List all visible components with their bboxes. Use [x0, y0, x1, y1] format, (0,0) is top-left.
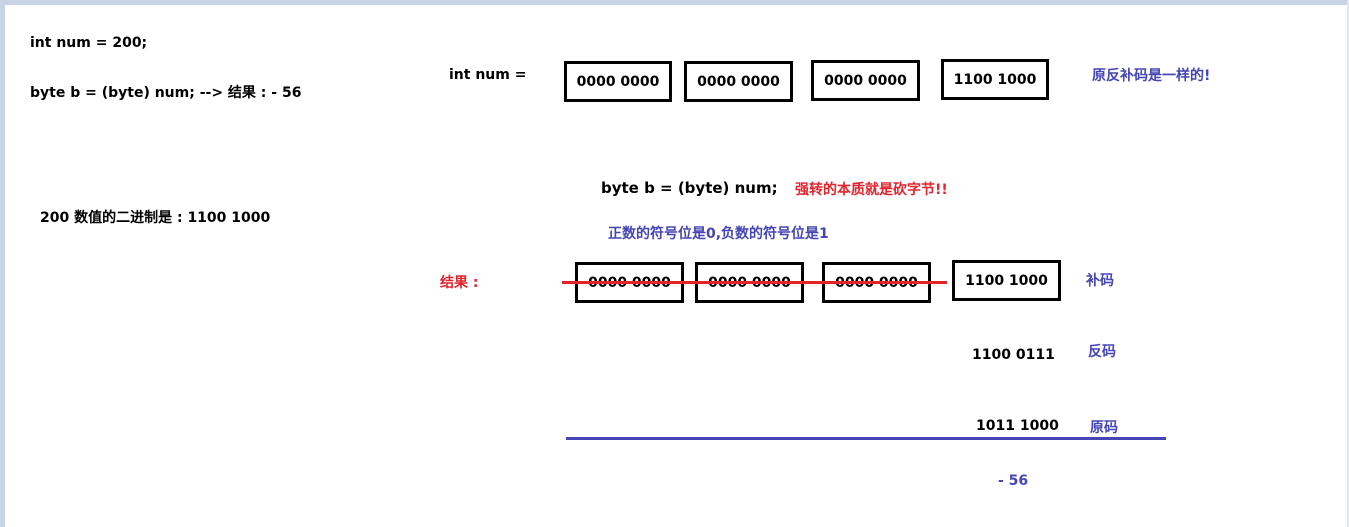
original-code-label: 原码	[1090, 420, 1118, 436]
int-byte-value-2: 0000 0000	[697, 73, 780, 90]
kept-byte-box: 1100 1000	[952, 260, 1061, 301]
byte-cast-line: byte b = (byte) num;	[601, 179, 778, 197]
window-top-border	[0, 0, 1349, 5]
int-byte-box-4: 1100 1000	[941, 59, 1049, 100]
ones-complement-value: 1100 0111	[972, 347, 1055, 363]
sign-bit-note: 正数的符号位是0,负数的符号位是1	[608, 226, 829, 242]
int-byte-box-1: 0000 0000	[564, 61, 672, 102]
result-label: 结果 :	[440, 275, 479, 291]
original-code-value: 1011 1000	[976, 418, 1059, 434]
truncation-strike-line	[562, 281, 947, 284]
int-declaration-text: int num = 200;	[30, 35, 148, 51]
int-row-label: int num =	[449, 67, 527, 83]
result-underline	[566, 437, 1166, 440]
int-byte-box-2: 0000 0000	[684, 61, 793, 102]
int-byte-box-3: 0000 0000	[811, 60, 920, 101]
same-codes-note: 原反补码是一样的!	[1092, 68, 1211, 84]
int-byte-value-4: 1100 1000	[953, 71, 1037, 88]
kept-byte-value: 1100 1000	[965, 272, 1048, 289]
complement-label: 补码	[1086, 273, 1114, 289]
truncation-note: 强转的本质就是砍字节!!	[795, 182, 948, 198]
int-byte-value-3: 0000 0000	[824, 72, 907, 89]
ones-complement-label: 反码	[1088, 344, 1116, 360]
final-result-value: - 56	[998, 473, 1029, 489]
int-byte-value-1: 0000 0000	[576, 73, 660, 90]
binary-value-text: 200 数值的二进制是 : 1100 1000	[40, 210, 271, 226]
byte-cast-result-text: byte b = (byte) num; --> 结果 : - 56	[30, 85, 302, 101]
window-left-border	[0, 0, 5, 527]
